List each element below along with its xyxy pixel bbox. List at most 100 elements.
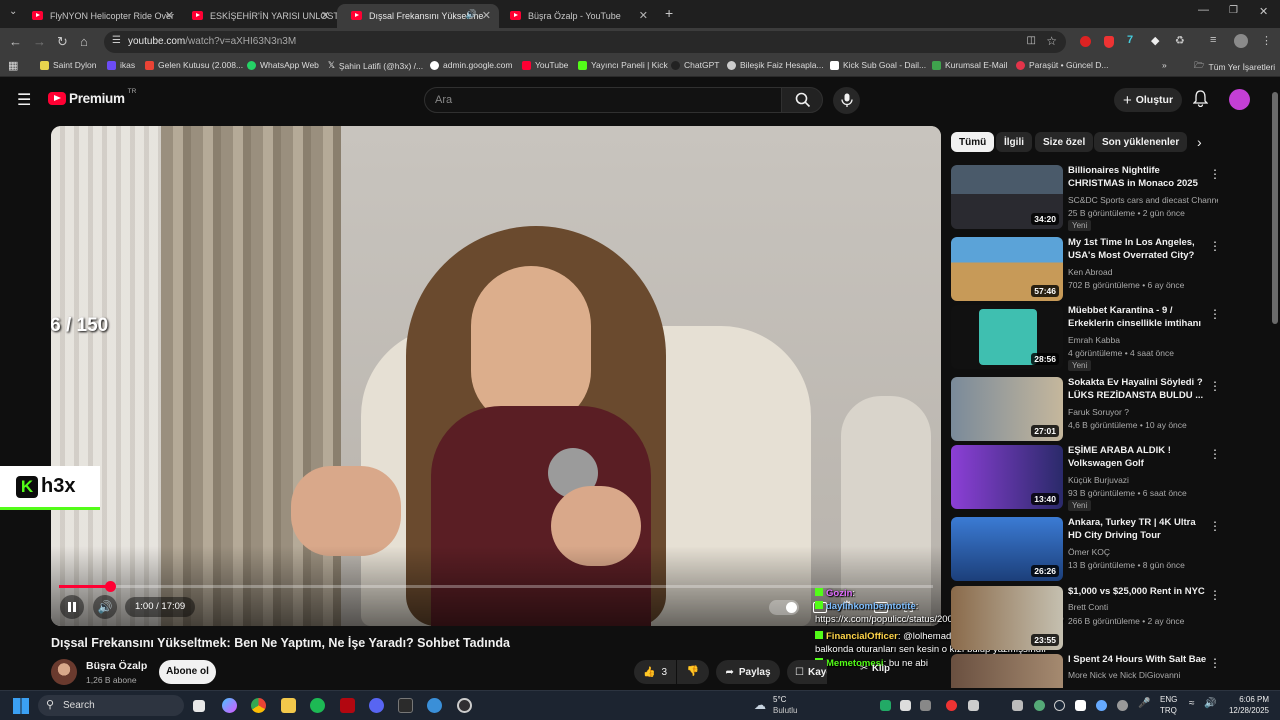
- tray-app-icon[interactable]: [920, 700, 931, 711]
- channel-name[interactable]: Büşra Özalp: [86, 660, 147, 672]
- video-thumbnail[interactable]: 13:40: [951, 445, 1063, 509]
- copilot-icon[interactable]: [222, 698, 237, 713]
- bookmark-x[interactable]: 𝕏 Şahin Latifi (@h3x) /...: [328, 60, 423, 71]
- netflix-icon[interactable]: [340, 698, 355, 713]
- video-title[interactable]: Sokakta Ev Hayalini Söyledi ? LÜKS REZİD…: [1068, 377, 1208, 402]
- window-close-icon[interactable]: ✕: [1259, 5, 1268, 18]
- obs-icon[interactable]: [457, 698, 472, 713]
- save-button[interactable]: ☐Kaydet: [787, 660, 827, 684]
- search-button[interactable]: [781, 87, 823, 113]
- video-title[interactable]: Müebbet Karantina - 9 / Erkeklerin cinse…: [1068, 305, 1208, 331]
- more-options-icon[interactable]: ⋮: [1209, 307, 1221, 321]
- video-player[interactable]: 146 / 150 🔊 1:00 / 17:09 ⚙ ⛶: [51, 126, 941, 626]
- channel-name[interactable]: More Nick ve Nick DiGiovanni: [1068, 670, 1218, 680]
- tab-eskisehir[interactable]: ESKİŞEHİR'İN YARISI UNLOST'U ✕: [178, 4, 338, 28]
- progress-bar[interactable]: [59, 581, 933, 592]
- video-thumbnail[interactable]: 34:20: [951, 165, 1063, 229]
- bookmark-saint-dylon[interactable]: Saint Dylon: [40, 60, 96, 70]
- bookmark-google-admin[interactable]: admin.google.com: [430, 60, 512, 70]
- share-button[interactable]: ➦ Paylaş: [716, 660, 780, 684]
- microphone-icon[interactable]: 🎤: [1138, 698, 1150, 709]
- chrome-icon[interactable]: [251, 698, 266, 713]
- channel-name[interactable]: SC&DC Sports cars and diecast Channel: [1068, 195, 1218, 205]
- recommendation-item[interactable]: I Spent 24 Hours With Salt Bae More Nick…: [951, 654, 1221, 688]
- speaker-icon[interactable]: 🔊: [466, 9, 477, 20]
- video-title[interactable]: I Spent 24 Hours With Salt Bae: [1068, 654, 1208, 667]
- forward-icon[interactable]: →: [33, 34, 46, 49]
- tray-app-icon[interactable]: [946, 700, 957, 711]
- bookmark-parasut[interactable]: Paraşüt • Güncel D...: [1016, 60, 1109, 70]
- extension-shield-icon[interactable]: [1104, 36, 1114, 48]
- tray-app-icon[interactable]: [1012, 700, 1023, 711]
- restore-icon[interactable]: ❐: [1229, 5, 1238, 16]
- video-title[interactable]: EŞİME ARABA ALDIK ! Volkswagen Golf: [1068, 445, 1208, 470]
- tab-search-icon[interactable]: ⌄: [9, 6, 17, 17]
- bookmark-whatsapp[interactable]: WhatsApp Web: [247, 60, 319, 70]
- video-thumbnail[interactable]: [951, 654, 1063, 688]
- channel-name[interactable]: Brett Conti: [1068, 602, 1218, 612]
- tray-app-icon[interactable]: [1075, 700, 1086, 711]
- bookmark-faiz[interactable]: Bileşik Faiz Hesapla...: [727, 60, 824, 70]
- minimize-icon[interactable]: —: [1198, 4, 1209, 16]
- close-icon[interactable]: ✕: [165, 9, 174, 22]
- channel-name[interactable]: Küçük Burjuvazi: [1068, 475, 1218, 485]
- reading-list-icon[interactable]: ≡: [1210, 34, 1216, 46]
- file-explorer-icon[interactable]: [281, 698, 296, 713]
- taskbar-search[interactable]: ⚲ Search: [38, 695, 184, 716]
- chip-for-you[interactable]: Size özel: [1035, 132, 1094, 152]
- more-options-icon[interactable]: ⋮: [1209, 379, 1221, 393]
- windows-start-icon[interactable]: [13, 698, 29, 714]
- steam-icon[interactable]: [1054, 700, 1065, 711]
- task-view-icon[interactable]: [193, 700, 205, 712]
- bookmark-gmail[interactable]: Gelen Kutusu (2.008...: [145, 60, 243, 70]
- browser-menu-icon[interactable]: ⋮: [1261, 34, 1272, 47]
- video-thumbnail[interactable]: 27:01: [951, 377, 1063, 441]
- channel-name[interactable]: Ken Abroad: [1068, 267, 1218, 277]
- tab-current-video[interactable]: Dışsal Frekansını Yükseltme 🔊 ✕: [337, 4, 499, 28]
- tray-app-icon[interactable]: [1096, 700, 1107, 711]
- recommendation-item[interactable]: 13:40 EŞİME ARABA ALDIK ! Volkswagen Gol…: [951, 445, 1221, 511]
- address-bar[interactable]: ☰ youtube.com/watch?v=aXHI63N3n3M ◫ ☆: [104, 31, 1066, 53]
- tray-app-icon[interactable]: [1117, 700, 1128, 711]
- search-input[interactable]: Ara: [424, 87, 782, 113]
- cast-icon[interactable]: ◫: [1027, 35, 1036, 46]
- video-title[interactable]: Ankara, Turkey TR | 4K Ultra HD City Dri…: [1068, 517, 1208, 542]
- app-blue-icon[interactable]: [427, 698, 442, 713]
- hamburger-menu-icon[interactable]: ☰: [17, 90, 31, 110]
- progress-scrubber[interactable]: [104, 581, 116, 592]
- new-tab-icon[interactable]: +: [665, 5, 673, 21]
- more-options-icon[interactable]: ⋮: [1209, 656, 1221, 670]
- channel-name[interactable]: Faruk Soruyor ?: [1068, 407, 1218, 417]
- bookmarks-overflow-icon[interactable]: »: [1162, 60, 1167, 70]
- chip-related[interactable]: İlgili: [996, 132, 1032, 152]
- apps-grid-icon[interactable]: ▦: [8, 59, 18, 72]
- tray-app-icon[interactable]: [900, 700, 911, 711]
- video-title[interactable]: $1,000 vs $25,000 Rent in NYC: [1068, 586, 1208, 599]
- account-avatar[interactable]: [1229, 89, 1250, 110]
- video-thumbnail[interactable]: 23:55: [951, 586, 1063, 650]
- clip-button[interactable]: ✂ Klip: [860, 663, 890, 674]
- video-thumbnail[interactable]: 57:46: [951, 237, 1063, 301]
- home-icon[interactable]: ⌂: [80, 34, 88, 49]
- recommendation-item[interactable]: 28:56 Müebbet Karantina - 9 / Erkeklerin…: [951, 305, 1221, 371]
- bookmark-youtube[interactable]: YouTube: [522, 60, 568, 70]
- more-options-icon[interactable]: ⋮: [1209, 519, 1221, 533]
- video-thumbnail[interactable]: 28:56: [951, 305, 1063, 369]
- more-options-icon[interactable]: ⋮: [1209, 239, 1221, 253]
- tray-app-icon[interactable]: [1034, 700, 1045, 711]
- more-options-icon[interactable]: ⋮: [1209, 588, 1221, 602]
- create-button[interactable]: + Oluştur: [1114, 88, 1182, 112]
- voice-search-button[interactable]: [833, 87, 860, 114]
- discord-icon[interactable]: [369, 698, 384, 713]
- channel-avatar[interactable]: [51, 659, 77, 685]
- bookmark-chatgpt[interactable]: ChatGPT: [671, 60, 719, 70]
- site-info-icon[interactable]: ☰: [112, 35, 121, 46]
- pause-button[interactable]: [60, 595, 84, 619]
- video-thumbnail[interactable]: 26:26: [951, 517, 1063, 581]
- recommendation-item[interactable]: 57:46 My 1st Time In Los Angeles, USA's …: [951, 237, 1221, 301]
- bookmark-kick-panel[interactable]: Yayıncı Paneli | Kick: [578, 60, 668, 70]
- subscribe-button[interactable]: Abone ol: [159, 660, 216, 684]
- volume-button[interactable]: 🔊: [93, 595, 117, 619]
- recommendation-item[interactable]: 27:01 Sokakta Ev Hayalini Söyledi ? LÜKS…: [951, 377, 1221, 441]
- back-icon[interactable]: ←: [9, 34, 22, 49]
